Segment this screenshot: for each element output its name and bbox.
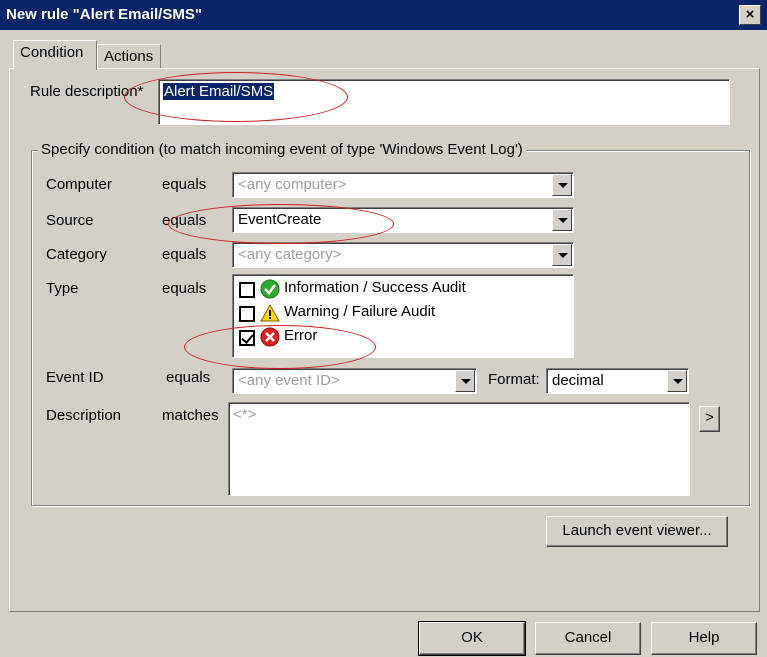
type-operator: equals bbox=[162, 280, 207, 297]
window-title: New rule "Alert Email/SMS" bbox=[6, 6, 202, 23]
type-warning-label: Warning / Failure Audit bbox=[284, 303, 436, 320]
ok-button[interactable]: OK bbox=[418, 621, 526, 656]
success-icon bbox=[260, 279, 280, 299]
computer-placeholder: <any computer> bbox=[238, 176, 347, 193]
chevron-down-icon[interactable] bbox=[552, 244, 572, 266]
type-error-label: Error bbox=[284, 327, 318, 344]
title-bar: New rule "Alert Email/SMS" bbox=[0, 0, 767, 30]
cancel-label: Cancel bbox=[564, 629, 612, 646]
format-combobox[interactable]: decimal bbox=[546, 368, 689, 394]
launch-event-viewer-button[interactable]: Launch event viewer... bbox=[546, 516, 728, 547]
error-icon bbox=[260, 327, 280, 347]
category-operator: equals bbox=[162, 246, 207, 263]
close-button[interactable]: × bbox=[739, 5, 761, 25]
rule-description-value: Alert Email/SMS bbox=[163, 83, 275, 100]
type-error-checkbox[interactable] bbox=[239, 330, 255, 346]
tab-condition[interactable]: Condition bbox=[13, 40, 97, 70]
tab-actions-label: Actions bbox=[104, 48, 154, 65]
help-label: Help bbox=[688, 629, 720, 646]
tab-actions[interactable]: Actions bbox=[97, 44, 161, 68]
computer-operator: equals bbox=[162, 176, 207, 193]
source-combobox[interactable]: EventCreate bbox=[232, 207, 574, 233]
category-placeholder: <any category> bbox=[238, 246, 342, 263]
type-info-checkbox[interactable] bbox=[239, 282, 255, 298]
launch-event-viewer-label: Launch event viewer... bbox=[562, 522, 712, 539]
close-icon: × bbox=[745, 6, 755, 23]
description-label: Description bbox=[46, 407, 122, 424]
computer-combobox[interactable]: <any computer> bbox=[232, 172, 574, 198]
description-expand-button[interactable]: > bbox=[699, 406, 720, 432]
tab-join bbox=[14, 67, 96, 70]
cancel-button[interactable]: Cancel bbox=[535, 622, 641, 655]
event-id-operator: equals bbox=[166, 369, 211, 386]
description-textarea[interactable]: <*> bbox=[228, 402, 690, 496]
warning-icon bbox=[260, 303, 280, 322]
chevron-down-icon[interactable] bbox=[667, 370, 687, 392]
type-checklist: Information / Success Audit Warning / Fa… bbox=[232, 274, 574, 358]
computer-label: Computer bbox=[46, 176, 112, 193]
help-button[interactable]: Help bbox=[651, 622, 757, 655]
type-info-label: Information / Success Audit bbox=[284, 279, 466, 296]
description-placeholder: <*> bbox=[233, 406, 257, 423]
ok-label: OK bbox=[461, 629, 483, 646]
source-value: EventCreate bbox=[238, 211, 322, 228]
category-combobox[interactable]: <any category> bbox=[232, 242, 574, 268]
type-label: Type bbox=[46, 280, 79, 297]
source-label: Source bbox=[46, 212, 94, 229]
rule-description-input[interactable]: Alert Email/SMS bbox=[158, 79, 730, 125]
chevron-down-icon[interactable] bbox=[552, 174, 572, 196]
description-operator: matches bbox=[162, 407, 219, 424]
event-id-label: Event ID bbox=[46, 369, 104, 386]
rule-description-label: Rule description* bbox=[30, 83, 144, 100]
format-label: Format: bbox=[488, 371, 540, 388]
source-operator: equals bbox=[162, 212, 207, 229]
condition-legend: Specify condition (to match incoming eve… bbox=[38, 141, 526, 158]
event-id-combobox[interactable]: <any event ID> bbox=[232, 368, 477, 394]
type-warning-checkbox[interactable] bbox=[239, 306, 255, 322]
event-id-placeholder: <any event ID> bbox=[238, 372, 340, 389]
category-label: Category bbox=[46, 246, 107, 263]
tab-condition-label: Condition bbox=[20, 44, 84, 61]
chevron-down-icon[interactable] bbox=[455, 370, 475, 392]
format-value: decimal bbox=[552, 372, 604, 389]
chevron-down-icon[interactable] bbox=[552, 209, 572, 231]
chevron-right-icon: > bbox=[705, 409, 714, 426]
